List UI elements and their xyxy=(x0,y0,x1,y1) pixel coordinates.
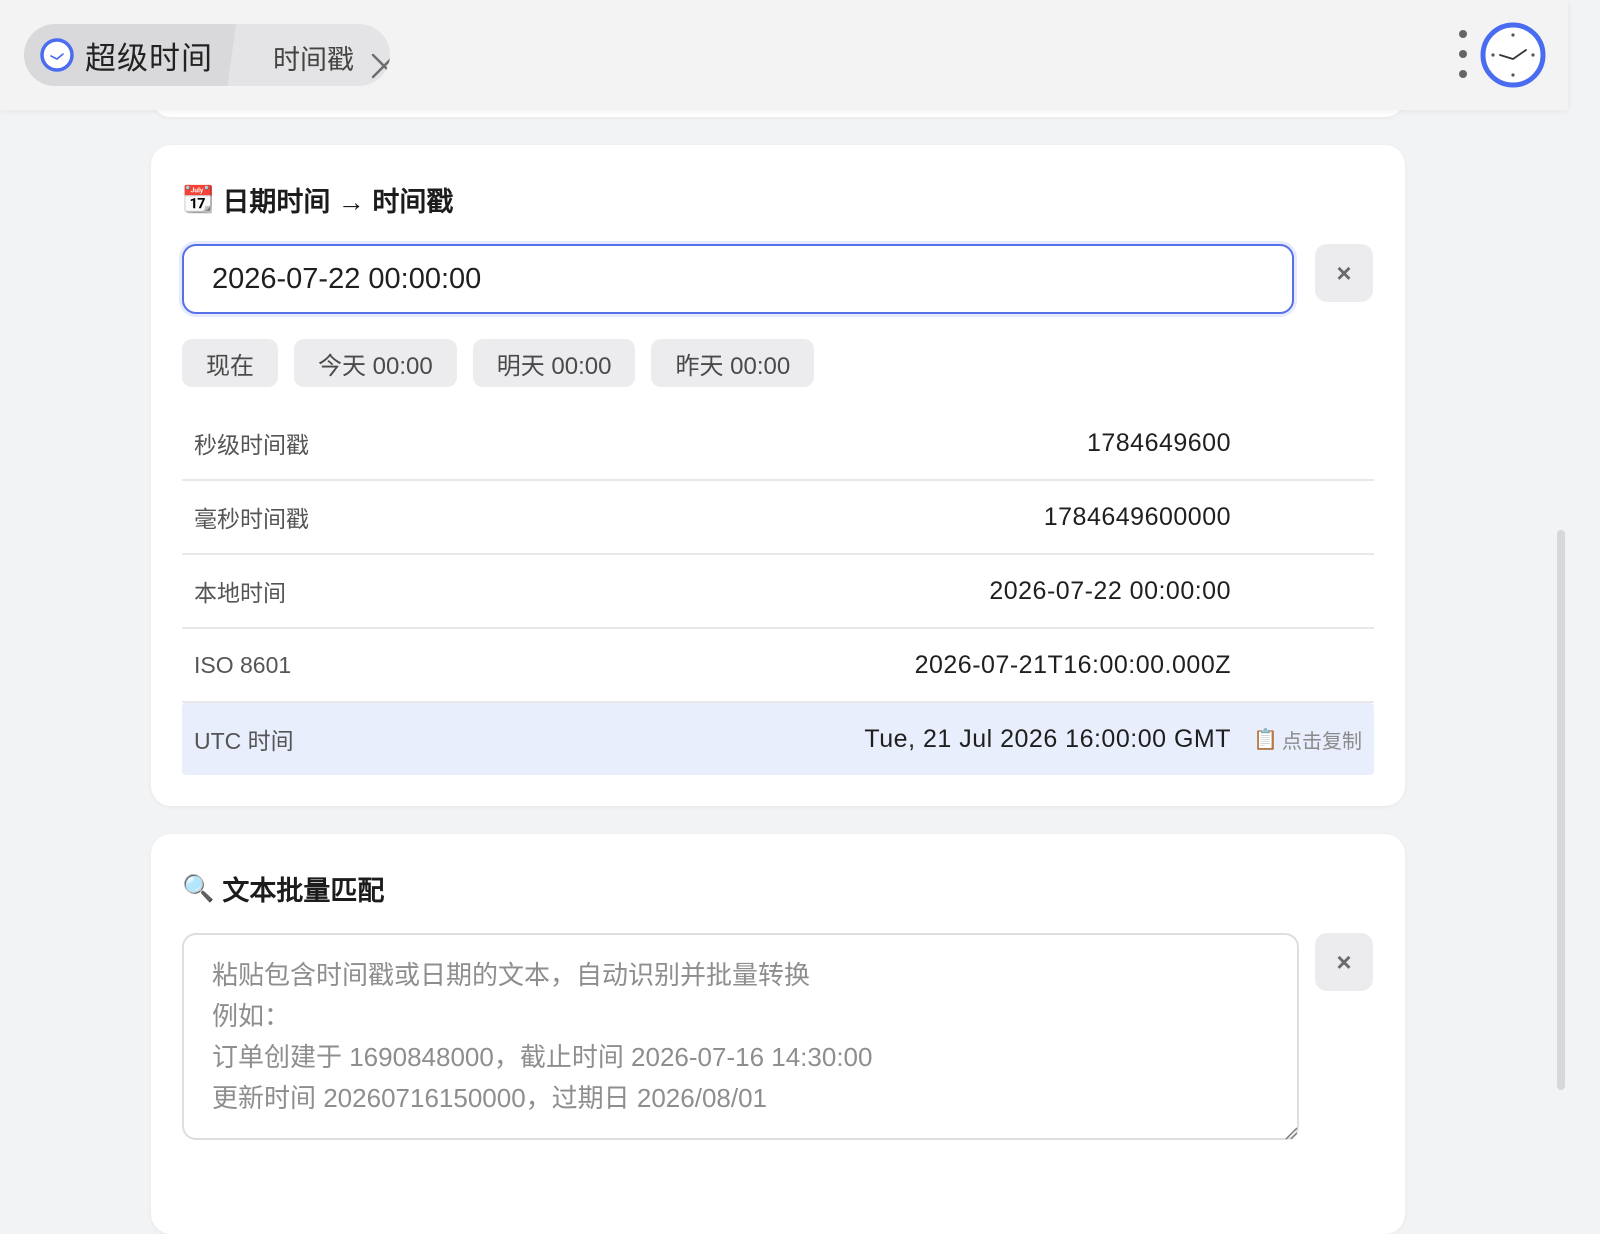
result-value: 1784649600 xyxy=(1086,428,1231,457)
dot xyxy=(1459,30,1467,38)
clipboard-icon: 📋 xyxy=(1253,728,1278,751)
datetime-to-timestamp-card: 📆 日期时间 → 时间戳 × 现在 今天 00:00 明天 00:00 昨天 0… xyxy=(151,145,1405,806)
result-label: 秒级时间戳 xyxy=(194,432,309,458)
batch-match-card: 🔍 文本批量匹配 粘贴包含时间戳或日期的文本，自动识别并批量转换 例如： 订单创… xyxy=(151,834,1405,1234)
card-title-text: 日期时间 → 时间戳 xyxy=(222,187,454,217)
yesterday-button[interactable]: 昨天 00:00 xyxy=(651,339,815,387)
result-value: Tue, 21 Jul 2026 16:00:00 GMT xyxy=(864,724,1231,753)
close-icon[interactable] xyxy=(370,52,390,80)
clock-icon xyxy=(40,38,74,72)
result-label: UTC 时间 xyxy=(194,728,294,754)
today-button[interactable]: 今天 00:00 xyxy=(294,339,457,387)
result-label: ISO 8601 xyxy=(194,651,292,678)
copy-hint[interactable]: 📋 点击复制 xyxy=(1253,725,1362,754)
batch-text-input[interactable]: 粘贴包含时间戳或日期的文本，自动识别并批量转换 例如： 订单创建于 169084… xyxy=(182,933,1299,1140)
dot xyxy=(1459,50,1467,58)
now-button[interactable]: 现在 xyxy=(182,339,278,387)
clock-avatar-icon[interactable] xyxy=(1480,22,1546,88)
result-value: 1784649600000 xyxy=(1043,502,1231,531)
app-title: 超级时间 xyxy=(85,40,213,76)
result-label: 毫秒时间戳 xyxy=(194,506,309,532)
clear-datetime-button[interactable]: × xyxy=(1315,244,1373,302)
card-title: 🔍 文本批量匹配 xyxy=(182,869,384,908)
result-value: 2026-07-21T16:00:00.000Z xyxy=(914,650,1231,679)
tab-timestamp[interactable]: 时间戳 xyxy=(273,38,354,77)
card-title-text: 文本批量匹配 xyxy=(222,876,385,906)
result-label: 本地时间 xyxy=(194,580,286,606)
dot xyxy=(1459,70,1467,78)
result-row-utc[interactable]: UTC 时间 Tue, 21 Jul 2026 16:00:00 GMT 📋 点… xyxy=(182,703,1374,775)
resize-grip-icon[interactable] xyxy=(1284,1126,1298,1140)
result-value: 2026-07-22 00:00:00 xyxy=(989,576,1231,605)
quick-buttons: 现在 今天 00:00 明天 00:00 昨天 00:00 xyxy=(182,339,815,387)
more-menu-button[interactable] xyxy=(1452,30,1474,78)
scrollbar[interactable] xyxy=(1557,530,1565,1090)
top-bar: 超级时间 时间戳 xyxy=(0,0,1568,110)
result-row-seconds[interactable]: 秒级时间戳 1784649600 xyxy=(182,407,1374,481)
result-row-milliseconds[interactable]: 毫秒时间戳 1784649600000 xyxy=(182,481,1374,555)
datetime-input[interactable] xyxy=(182,244,1294,314)
card-title: 📆 日期时间 → 时间戳 xyxy=(182,180,453,219)
calendar-icon: 📆 xyxy=(182,184,215,214)
result-row-iso[interactable]: ISO 8601 2026-07-21T16:00:00.000Z xyxy=(182,629,1374,703)
result-row-local[interactable]: 本地时间 2026-07-22 00:00:00 xyxy=(182,555,1374,629)
magnifier-icon: 🔍 xyxy=(182,873,215,903)
clear-batch-button[interactable]: × xyxy=(1315,933,1373,991)
results-list: 秒级时间戳 1784649600 毫秒时间戳 1784649600000 本地时… xyxy=(182,407,1374,775)
tab-group: 超级时间 时间戳 xyxy=(24,24,390,86)
tomorrow-button[interactable]: 明天 00:00 xyxy=(472,339,636,387)
copy-label: 点击复制 xyxy=(1282,730,1362,753)
app-tab[interactable]: 超级时间 xyxy=(24,24,236,86)
